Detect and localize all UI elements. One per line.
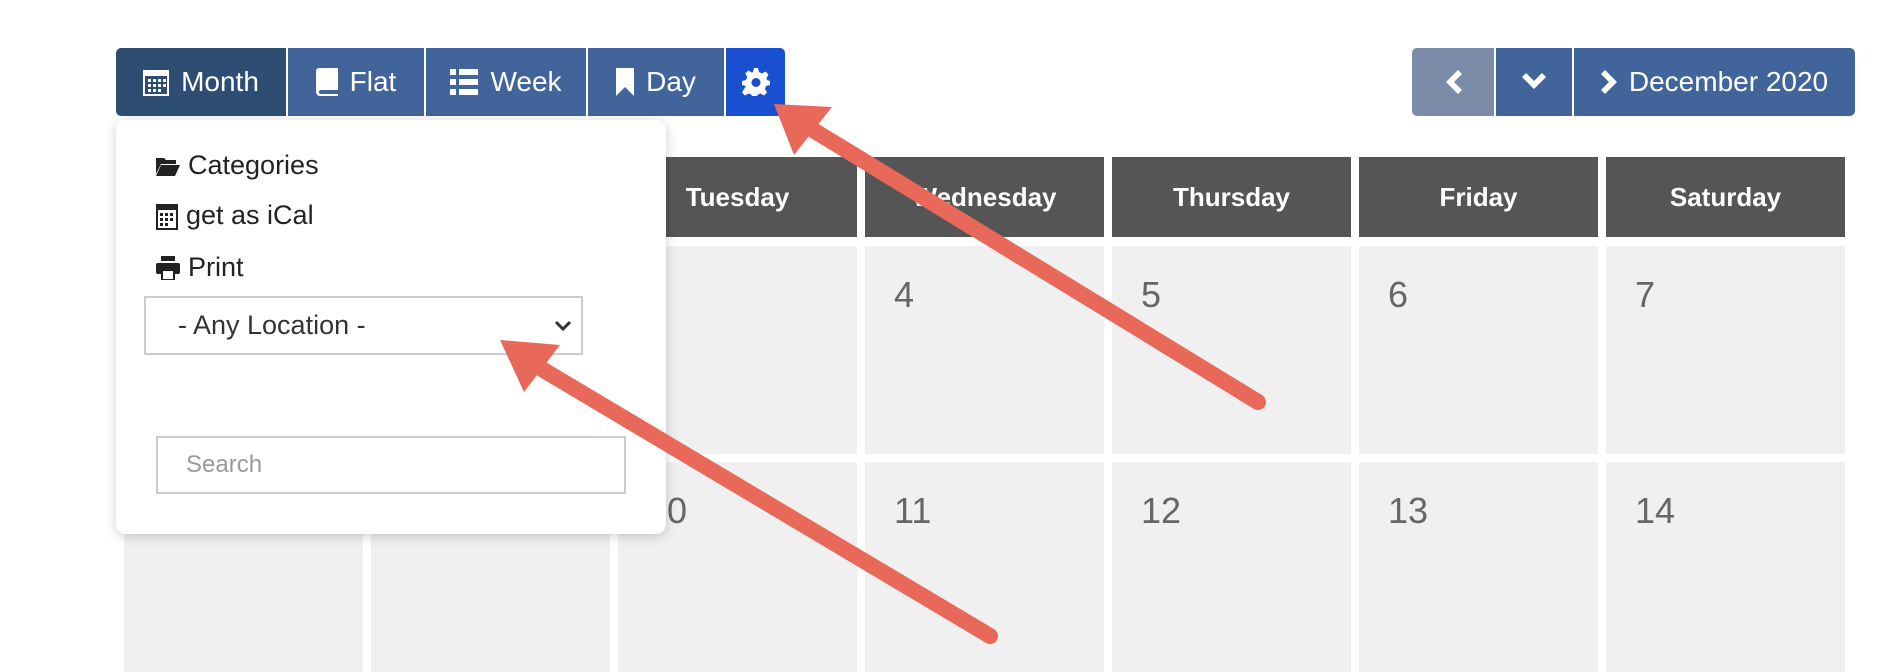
gear-icon xyxy=(741,68,770,96)
day-number: 6 xyxy=(1388,274,1409,315)
jump-month-button[interactable] xyxy=(1496,48,1572,116)
menu-item-label: Categories xyxy=(188,150,319,180)
menu-item-label: get as iCal xyxy=(186,200,314,230)
menu-item-print[interactable]: Print xyxy=(156,252,244,283)
tab-label: Day xyxy=(646,66,696,97)
next-month-label: December 2020 xyxy=(1628,66,1829,97)
weekday-header: Thursday xyxy=(1112,157,1351,237)
search-input[interactable] xyxy=(156,436,626,494)
day-cell[interactable]: 14 xyxy=(1606,462,1845,672)
settings-dropdown: Categories get as iCal Print - Any Locat… xyxy=(116,120,666,534)
location-select[interactable]: - Any Location - xyxy=(144,296,583,355)
day-number: 11 xyxy=(894,490,932,531)
chevron-left-icon xyxy=(1446,70,1462,94)
day-number: 13 xyxy=(1388,490,1429,531)
calendar-icon xyxy=(156,203,178,230)
day-cell[interactable]: 7 xyxy=(1606,246,1845,454)
tab-label: Flat xyxy=(349,66,397,97)
chevron-down-icon xyxy=(555,320,571,332)
weekday-header: Wednesday xyxy=(865,157,1104,237)
chevron-down-icon xyxy=(1522,73,1546,89)
menu-item-categories[interactable]: Categories xyxy=(156,150,319,181)
settings-button[interactable] xyxy=(726,48,785,116)
bookmark-icon xyxy=(616,68,635,96)
day-number: 7 xyxy=(1635,274,1656,315)
day-cell[interactable]: 6 xyxy=(1359,246,1598,454)
tab-flat[interactable]: Flat xyxy=(288,48,424,116)
book-icon xyxy=(315,68,338,96)
tab-label: Week xyxy=(490,66,562,97)
folder-open-icon xyxy=(156,157,180,176)
tab-month[interactable]: Month xyxy=(116,48,286,116)
day-number: 5 xyxy=(1141,274,1162,315)
day-cell[interactable]: 4 xyxy=(865,246,1104,454)
print-icon xyxy=(156,255,180,280)
day-number: 14 xyxy=(1635,490,1676,531)
day-number: 4 xyxy=(894,274,915,315)
weekday-header: Friday xyxy=(1359,157,1598,237)
day-cell[interactable]: 11 xyxy=(865,462,1104,672)
tab-label: Month xyxy=(181,66,259,97)
menu-item-ical[interactable]: get as iCal xyxy=(156,200,314,231)
location-select-value: - Any Location - xyxy=(178,310,366,340)
day-cell[interactable]: 13 xyxy=(1359,462,1598,672)
tab-day[interactable]: Day xyxy=(588,48,724,116)
menu-item-label: Print xyxy=(188,252,244,282)
day-cell[interactable]: 5 xyxy=(1112,246,1351,454)
day-cell[interactable]: 12 xyxy=(1112,462,1351,672)
day-number: 12 xyxy=(1141,490,1182,531)
next-month-button[interactable]: December 2020 xyxy=(1574,48,1855,116)
list-icon xyxy=(450,69,479,95)
calendar-icon xyxy=(143,70,170,96)
prev-month-button[interactable] xyxy=(1412,48,1494,116)
chevron-right-icon xyxy=(1600,70,1617,94)
tab-week[interactable]: Week xyxy=(426,48,586,116)
weekday-header: Saturday xyxy=(1606,157,1845,237)
